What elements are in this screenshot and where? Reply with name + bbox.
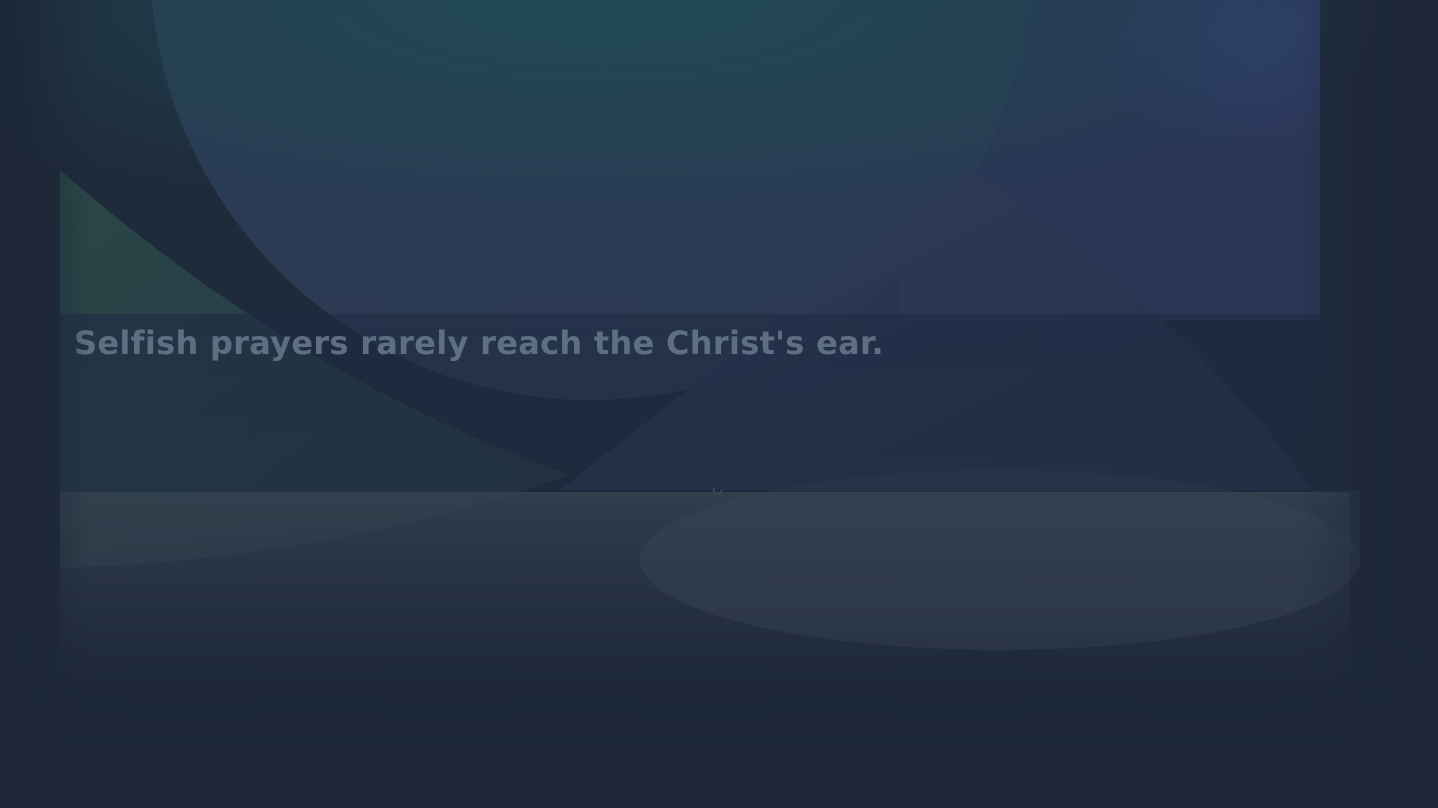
- background-art: [0, 0, 1438, 808]
- loading-spinner-icon: [712, 485, 723, 496]
- loading-screen: Selfish prayers rarely reach the Christ'…: [0, 0, 1438, 808]
- loading-tip-text: Selfish prayers rarely reach the Christ'…: [74, 324, 884, 362]
